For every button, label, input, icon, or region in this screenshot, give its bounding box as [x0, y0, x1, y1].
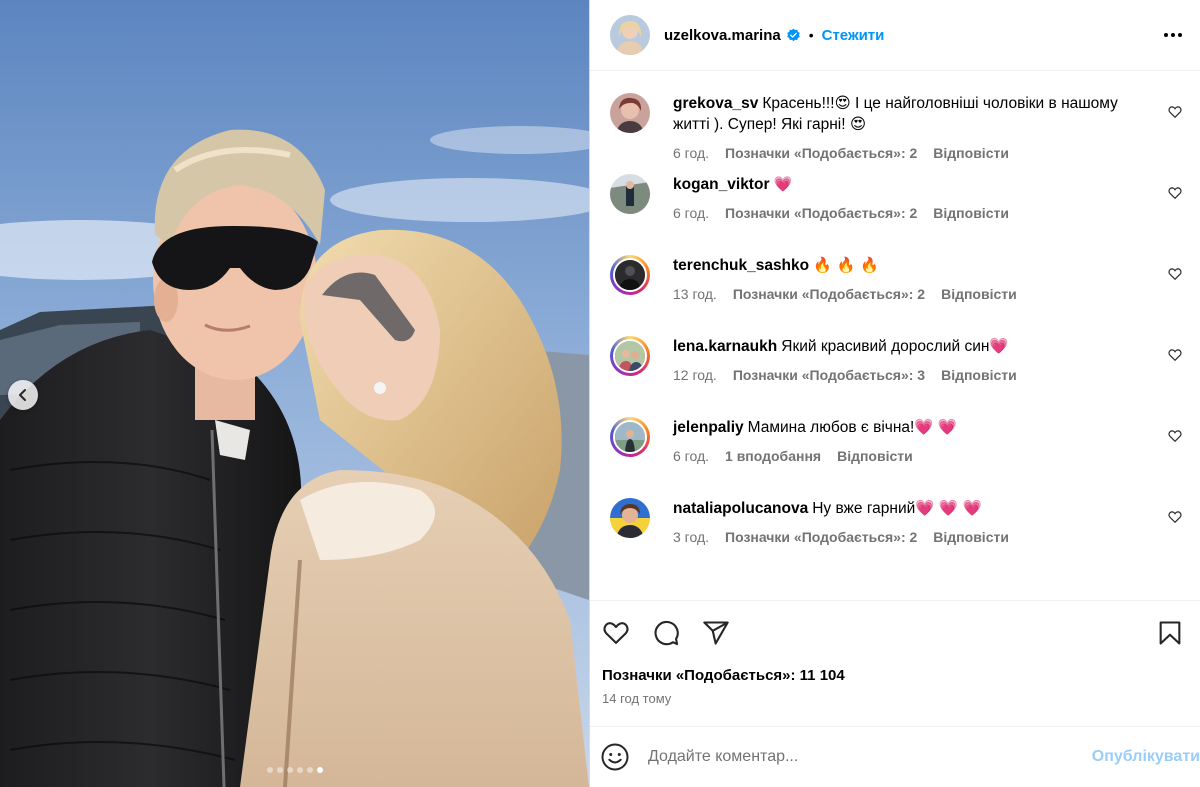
post-photo: [0, 0, 589, 787]
bookmark-icon[interactable]: [1156, 619, 1184, 647]
comment-likes[interactable]: Позначки «Подобається»: 2: [725, 529, 917, 545]
comment-likes[interactable]: Позначки «Подобається»: 2: [725, 145, 917, 161]
comment-input[interactable]: [648, 748, 1092, 766]
comment-time[interactable]: 3 год.: [673, 529, 709, 545]
commenter-avatar[interactable]: [610, 93, 650, 133]
emoji-icon[interactable]: [600, 742, 630, 772]
author-username[interactable]: uzelkova.marina: [664, 27, 781, 44]
comment-item: terenchuk_sashko 🔥 🔥 🔥 13 год. Позначки «…: [610, 255, 1184, 336]
comment-username[interactable]: jelenpaliy: [673, 419, 744, 436]
carousel-prev-button[interactable]: [8, 380, 38, 410]
comment-composer: Опублікувати: [590, 726, 1200, 787]
comment-username[interactable]: lena.karnaukh: [673, 338, 777, 355]
carousel-indicator: [0, 767, 589, 773]
comment-likes[interactable]: 1 вподобання: [725, 448, 821, 464]
carousel-dot: [276, 767, 283, 773]
carousel-dot: [286, 767, 293, 773]
comment-likes[interactable]: Позначки «Подобається»: 2: [725, 205, 917, 221]
comment-item: jelenpaliy Мамина любов є вічна!💗 💗 6 год…: [610, 417, 1184, 498]
header-separator: •: [808, 27, 814, 43]
post-actions: Позначки «Подобається»: 11 104 14 год то…: [590, 600, 1200, 726]
commenter-avatar-image: [610, 93, 650, 133]
comment-heart-icon[interactable]: [1168, 105, 1182, 119]
commenter-avatar-image: [615, 260, 645, 290]
comment-text: Мамина любов є вічна!💗 💗: [747, 419, 958, 436]
carousel-dot: [296, 767, 303, 773]
comment-likes[interactable]: Позначки «Подобається»: 2: [733, 286, 925, 302]
comment-item: grekova_sv Красень!!!😍 І це найголовніші …: [610, 93, 1184, 174]
commenter-avatar-story[interactable]: [610, 417, 650, 457]
carousel-dot: [306, 767, 313, 773]
photo-image: [0, 0, 589, 787]
heart-icon[interactable]: [602, 619, 630, 647]
reply-button[interactable]: Відповісти: [837, 448, 913, 464]
carousel-dot-active: [316, 767, 323, 773]
share-icon[interactable]: [702, 619, 730, 647]
post-likes-count[interactable]: Позначки «Подобається»: 11 104: [602, 667, 1184, 684]
comment-time[interactable]: 6 год.: [673, 145, 709, 161]
commenter-avatar-image: [615, 422, 645, 452]
comment-heart-icon[interactable]: [1168, 510, 1182, 524]
reply-button[interactable]: Відповісти: [933, 145, 1009, 161]
comment-heart-icon[interactable]: [1168, 429, 1182, 443]
comment-likes[interactable]: Позначки «Подобається»: 3: [733, 367, 925, 383]
more-dot: [1178, 33, 1182, 37]
reply-button[interactable]: Відповісти: [933, 205, 1009, 221]
comment-heart-icon[interactable]: [1168, 186, 1182, 200]
comment-text: 💗: [773, 175, 793, 193]
reply-button[interactable]: Відповісти: [941, 286, 1017, 302]
comment-username[interactable]: grekova_sv: [673, 95, 758, 112]
post-header: uzelkova.marina • Стежити: [590, 0, 1200, 71]
comment-username[interactable]: terenchuk_sashko: [673, 257, 809, 274]
comment-text: 🔥 🔥 🔥: [813, 256, 879, 274]
post-timestamp[interactable]: 14 год тому: [602, 691, 1184, 706]
commenter-avatar-image: [615, 341, 645, 371]
author-avatar[interactable]: [610, 15, 650, 55]
more-dot: [1164, 33, 1168, 37]
comment-username[interactable]: kogan_viktor: [673, 176, 769, 193]
more-icon[interactable]: [1164, 33, 1182, 37]
post-side-panel: uzelkova.marina • Стежити grekova_sv Кра…: [589, 0, 1200, 787]
reply-button[interactable]: Відповісти: [941, 367, 1017, 383]
comment-item: lena.karnaukh Який красивий дорослий син💗…: [610, 336, 1184, 417]
post-viewer: uzelkova.marina • Стежити grekova_sv Кра…: [0, 0, 1200, 787]
author-avatar-image: [610, 15, 650, 55]
follow-button[interactable]: Стежити: [822, 27, 885, 44]
comment-item: kogan_viktor 💗 6 год. Позначки «Подобаєть…: [610, 174, 1184, 255]
verified-icon: [786, 28, 801, 43]
commenter-avatar-image: [610, 174, 650, 214]
comment-heart-icon[interactable]: [1168, 267, 1182, 281]
commenter-avatar-story[interactable]: [610, 255, 650, 295]
commenter-avatar[interactable]: [610, 498, 650, 538]
chevron-left-icon: [19, 389, 26, 401]
comment-text: Який красивий дорослий син💗: [781, 338, 1009, 355]
comment-icon[interactable]: [652, 619, 680, 647]
commenter-avatar[interactable]: [610, 174, 650, 214]
carousel-dot: [266, 767, 273, 773]
more-dot: [1171, 33, 1175, 37]
publish-button[interactable]: Опублікувати: [1092, 748, 1200, 766]
comment-time[interactable]: 6 год.: [673, 205, 709, 221]
commenter-avatar-image: [610, 498, 650, 538]
comments-list: grekova_sv Красень!!!😍 І це найголовніші …: [590, 71, 1200, 600]
comment-username[interactable]: nataliapolucanova: [673, 500, 808, 517]
reply-button[interactable]: Відповісти: [933, 529, 1009, 545]
comment-text: Ну вже гарний💗 💗 💗: [812, 500, 982, 517]
commenter-avatar-story[interactable]: [610, 336, 650, 376]
comment-time[interactable]: 13 год.: [673, 286, 717, 302]
comment-time[interactable]: 12 год.: [673, 367, 717, 383]
comment-item: nataliapolucanova Ну вже гарний💗 💗 💗 3 го…: [610, 498, 1184, 579]
comment-heart-icon[interactable]: [1168, 348, 1182, 362]
comment-time[interactable]: 6 год.: [673, 448, 709, 464]
